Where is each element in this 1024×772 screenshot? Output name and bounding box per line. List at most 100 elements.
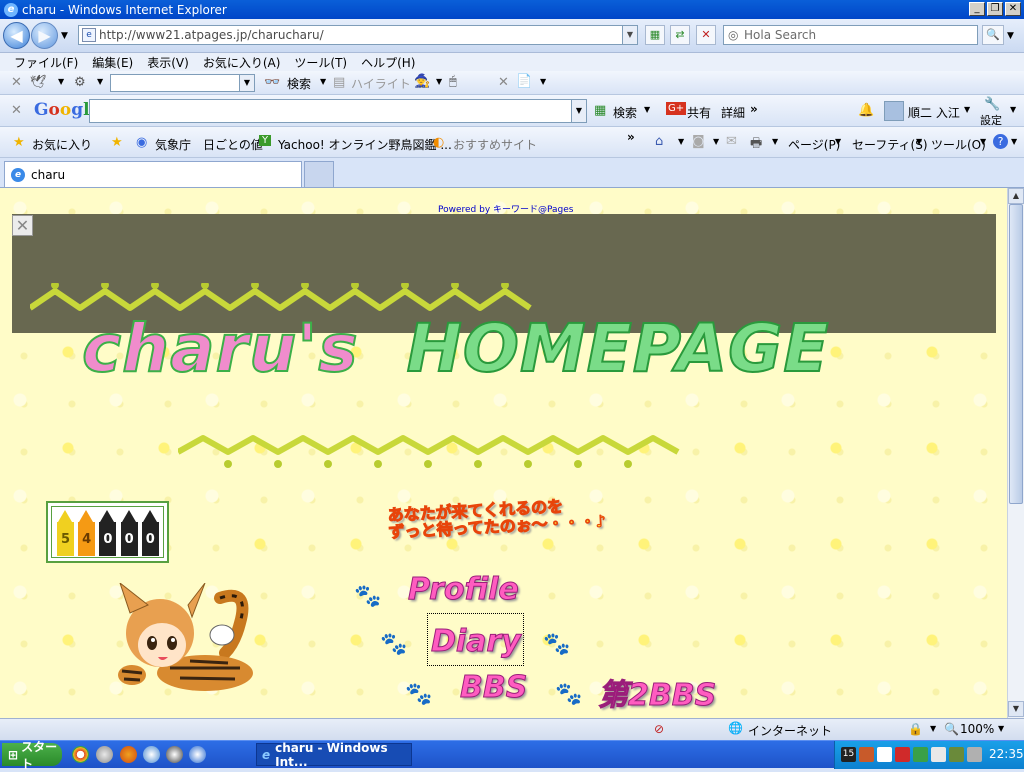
mouse-icon[interactable]: 🖱 <box>449 74 457 89</box>
highlight-button[interactable]: ハイライト <box>351 75 411 92</box>
zoom-level[interactable]: 100% <box>960 722 994 736</box>
pdf-icon[interactable]: 📄 <box>516 74 532 89</box>
app-icon[interactable] <box>96 746 113 763</box>
diary-link[interactable]: Diary <box>431 624 522 660</box>
menu-tools[interactable]: ツール(T) <box>294 54 347 71</box>
settings-dropdown[interactable]: ▼ <box>1010 105 1016 114</box>
user-dropdown[interactable]: ▼ <box>964 105 970 114</box>
feeds-icon[interactable]: ◙ <box>692 134 705 149</box>
add-favorite-icon[interactable]: ★ <box>111 135 123 150</box>
tray-window-icon[interactable] <box>877 747 892 762</box>
new-tab-button[interactable] <box>304 161 334 187</box>
page-menu[interactable]: ページ(P) <box>788 136 840 153</box>
start-button[interactable]: ⊞ スタート <box>2 740 62 771</box>
close-window-button[interactable]: ✕ <box>1005 2 1021 16</box>
tray-app-icon[interactable] <box>859 747 874 762</box>
menu-help[interactable]: ヘルプ(H) <box>361 54 415 71</box>
tray-badge-icon[interactable]: 15 <box>841 747 856 762</box>
address-dropdown[interactable]: ▼ <box>622 26 637 44</box>
maximize-button[interactable]: ❐ <box>987 2 1003 16</box>
forward-button[interactable]: ▶ <box>31 22 58 49</box>
protected-mode-dropdown[interactable]: ▼ <box>930 724 936 733</box>
google-search-input[interactable]: ▼ <box>89 99 587 123</box>
compatibility-icon[interactable]: ▦ <box>645 25 665 45</box>
favorite-link-yachoo[interactable]: Yachoo! オンライン野鳥図鑑 ... <box>278 136 452 153</box>
avatar[interactable] <box>884 101 904 121</box>
addon-search-input[interactable]: ▼ <box>110 74 255 92</box>
help-icon[interactable]: ? <box>993 134 1008 149</box>
favorite-link-weather[interactable]: 気象庁 日ごとの値 <box>155 136 263 153</box>
vertical-scrollbar[interactable]: ▲ ▼ <box>1007 188 1024 718</box>
feeds-dropdown[interactable]: ▼ <box>713 137 719 146</box>
back-button[interactable]: ◀ <box>3 22 30 49</box>
settings-button[interactable]: 設定 <box>980 112 1002 128</box>
search-options-dropdown[interactable]: ▼ <box>1007 31 1014 41</box>
chevron-more-icon[interactable]: » <box>750 102 758 116</box>
messenger-icon[interactable] <box>143 746 160 763</box>
notification-bell-icon[interactable]: 🔔 <box>858 103 874 118</box>
safety-menu-dropdown[interactable]: ▼ <box>916 137 922 146</box>
media-player-icon[interactable] <box>166 746 183 763</box>
menu-favorites[interactable]: お気に入り(A) <box>203 54 281 71</box>
addon-search-dropdown[interactable]: ▼ <box>320 77 326 86</box>
bbs2-link[interactable]: 第2BBS <box>597 670 716 714</box>
help-dropdown[interactable]: ▼ <box>1011 137 1017 146</box>
wizard-icon[interactable]: 🧙 <box>414 74 430 89</box>
tray-tool-icon[interactable] <box>949 747 964 762</box>
home-dropdown[interactable]: ▼ <box>678 137 684 146</box>
google-search-dropdown[interactable]: ▼ <box>644 105 650 114</box>
stop-icon[interactable]: ✕ <box>696 25 716 45</box>
google-search-button[interactable]: 検索 <box>613 104 637 121</box>
menu-edit[interactable]: 編集(E) <box>92 54 133 71</box>
close-google-toolbar-icon[interactable]: ✕ <box>11 103 22 118</box>
menu-file[interactable]: ファイル(F) <box>14 54 78 71</box>
chrome-icon[interactable] <box>72 746 89 763</box>
scroll-down-icon[interactable]: ▼ <box>1008 701 1024 717</box>
tab-charu[interactable]: e charu <box>4 161 302 187</box>
tool-icon[interactable]: ⚙ <box>74 75 86 90</box>
tray-security-icon[interactable] <box>895 747 910 762</box>
home-icon[interactable]: ⌂ <box>655 134 663 149</box>
search-icon[interactable]: 🔍 <box>982 25 1004 45</box>
addon-search-button[interactable]: 検索 <box>287 75 311 92</box>
ie-quicklaunch-icon[interactable] <box>189 746 206 763</box>
close-toolbar-icon[interactable]: ✕ <box>11 75 22 90</box>
ad-close-icon[interactable]: ✕ <box>12 215 33 236</box>
pdf-dropdown[interactable]: ▼ <box>540 77 546 86</box>
firefox-icon[interactable] <box>120 746 137 763</box>
scroll-thumb[interactable] <box>1009 204 1023 504</box>
minimize-button[interactable]: _ <box>969 2 985 16</box>
mail-icon[interactable]: ✉ <box>726 134 737 149</box>
recent-pages-dropdown[interactable]: ▼ <box>61 31 68 41</box>
bird-dropdown[interactable]: ▼ <box>58 77 64 86</box>
close-toolbar-2-icon[interactable]: ✕ <box>498 75 509 90</box>
search-box[interactable]: ◎ Hola Search <box>723 25 978 45</box>
tray-sync-icon[interactable] <box>913 747 928 762</box>
more-button[interactable]: 詳細 <box>721 104 745 121</box>
tray-network-icon[interactable] <box>931 747 946 762</box>
bbs-link[interactable]: BBS <box>459 670 527 706</box>
protected-mode-icon[interactable]: 🔒 <box>908 722 923 736</box>
tool-dropdown[interactable]: ▼ <box>97 77 103 86</box>
zoom-dropdown[interactable]: ▼ <box>998 724 1004 733</box>
menu-view[interactable]: 表示(V) <box>147 54 189 71</box>
wizard-dropdown[interactable]: ▼ <box>436 77 442 86</box>
user-name[interactable]: 順二 入江 <box>908 104 960 121</box>
scroll-up-icon[interactable]: ▲ <box>1008 188 1024 204</box>
wrench-icon[interactable]: 🔧 <box>984 97 1000 112</box>
favorite-link-suggested[interactable]: おすすめサイト <box>453 136 537 153</box>
taskbar-item-ie[interactable]: e charu - Windows Int... <box>256 741 412 769</box>
bird-icon[interactable]: 🕊 <box>30 75 47 90</box>
favorites-overflow-icon[interactable]: » <box>627 130 635 144</box>
blocked-content-icon[interactable]: ⊘ <box>654 722 664 736</box>
refresh-icon[interactable]: ⇄ <box>670 25 690 45</box>
print-icon[interactable]: 🖶 <box>750 134 762 156</box>
tools-menu[interactable]: ツール(O) <box>931 136 986 153</box>
profile-link[interactable]: Profile <box>408 572 520 608</box>
page-menu-dropdown[interactable]: ▼ <box>835 137 841 146</box>
tools-menu-dropdown[interactable]: ▼ <box>980 137 986 146</box>
address-bar[interactable]: e http://www21.atpages.jp/charucharu/ ▼ <box>78 25 638 45</box>
share-button[interactable]: 共有 <box>687 104 711 121</box>
favorites-button[interactable]: お気に入り <box>32 136 92 153</box>
tray-volume-icon[interactable] <box>967 747 982 762</box>
